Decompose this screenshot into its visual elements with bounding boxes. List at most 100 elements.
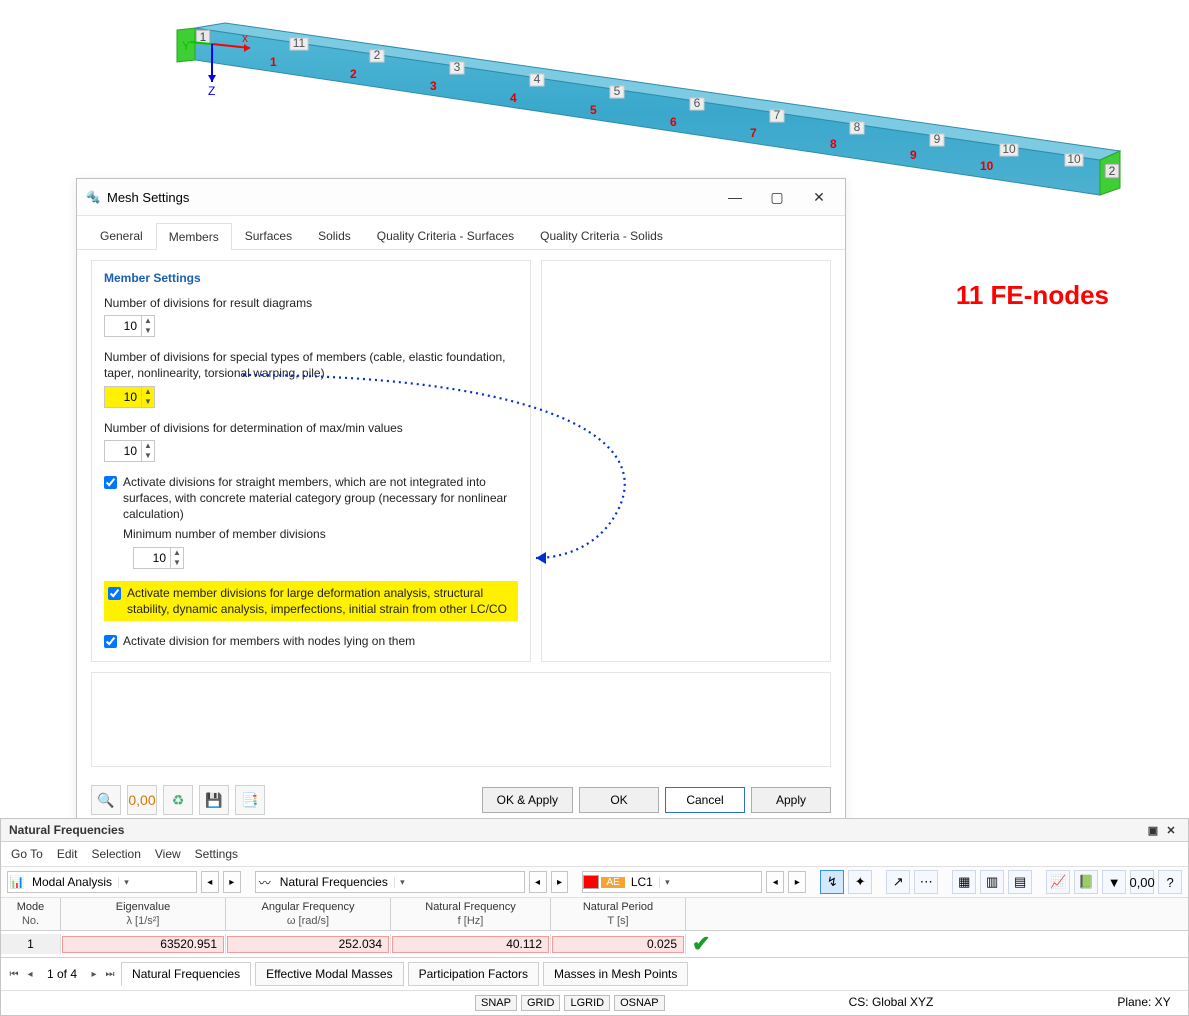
activate-large-deformation-checkbox[interactable]	[108, 587, 121, 600]
tab-general[interactable]: General	[87, 222, 156, 249]
menu-selection[interactable]: Selection	[92, 847, 141, 861]
divisions-maxmin-spinner[interactable]: ▲▼	[104, 440, 155, 462]
spin-down-icon[interactable]: ▼	[142, 397, 154, 407]
help-icon[interactable]: ?	[1158, 870, 1182, 894]
page-nav[interactable]: ⏮◂	[7, 969, 37, 980]
cell-period[interactable]: 0.025	[552, 936, 684, 953]
chevron-down-icon[interactable]: ▾	[659, 877, 675, 888]
settings-button[interactable]: 📑	[235, 785, 265, 815]
panel-title: Natural Frequencies	[9, 823, 124, 837]
spin-down-icon[interactable]: ▼	[171, 558, 183, 568]
minimize-button[interactable]: —	[717, 185, 753, 209]
next-button[interactable]: ▸	[223, 871, 241, 893]
section-title: Member Settings	[104, 271, 518, 285]
svg-text:1: 1	[270, 55, 277, 69]
tab-members[interactable]: Members	[156, 223, 232, 250]
rows-icon[interactable]: ▤	[1008, 870, 1032, 894]
close-button[interactable]: ✕	[801, 185, 837, 209]
tab-qc-surfaces[interactable]: Quality Criteria - Surfaces	[364, 222, 527, 249]
columns-icon[interactable]: ▥	[980, 870, 1004, 894]
tab-masses-in-mesh-points[interactable]: Masses in Mesh Points	[543, 962, 688, 986]
next-button[interactable]: ▸	[788, 871, 806, 893]
cell-angular[interactable]: 252.034	[227, 936, 389, 953]
divisions-result-spinner[interactable]: ▲▼	[104, 315, 155, 337]
units-icon[interactable]: 0,00	[1130, 870, 1154, 894]
app-icon: 🔩	[85, 189, 101, 205]
refresh-button[interactable]: ♻	[163, 785, 193, 815]
table-row[interactable]: 1 63520.951 252.034 40.112 0.025 ✔	[1, 931, 1188, 957]
tab-effective-modal-masses[interactable]: Effective Modal Masses	[255, 962, 404, 986]
svg-text:5: 5	[590, 103, 597, 117]
chevron-down-icon[interactable]: ▾	[394, 877, 410, 888]
dialog-titlebar[interactable]: 🔩 Mesh Settings — ▢ ✕	[77, 179, 845, 216]
filter2-icon[interactable]: ⋯	[914, 870, 938, 894]
help-button[interactable]: 🔍	[91, 785, 121, 815]
grid-button[interactable]: GRID	[521, 995, 561, 1011]
menu-edit[interactable]: Edit	[57, 847, 78, 861]
divisions-special-input[interactable]	[105, 388, 141, 406]
svg-text:10: 10	[1067, 152, 1081, 166]
col-eig-b: λ [1/s²]	[61, 914, 225, 928]
svg-text:7: 7	[774, 108, 781, 122]
menu-view[interactable]: View	[155, 847, 181, 861]
menu-settings[interactable]: Settings	[195, 847, 238, 861]
maximize-button[interactable]: ▢	[759, 185, 795, 209]
chart-icon[interactable]: 📈	[1046, 870, 1070, 894]
table-icon[interactable]: ▦	[952, 870, 976, 894]
min-div-spinner[interactable]: ▲▼	[133, 547, 184, 569]
prev-button[interactable]: ◂	[766, 871, 784, 893]
activate-straight-label: Activate divisions for straight members,…	[123, 474, 518, 523]
prev-button[interactable]: ◂	[201, 871, 219, 893]
import-button[interactable]: 💾	[199, 785, 229, 815]
ok-apply-button[interactable]: OK & Apply	[482, 787, 573, 813]
snap-button[interactable]: SNAP	[475, 995, 517, 1011]
cell-eigenvalue[interactable]: 63520.951	[62, 936, 224, 953]
osnap-button[interactable]: OSNAP	[614, 995, 665, 1011]
filter1-icon[interactable]: ↗	[886, 870, 910, 894]
svg-text:Y: Y	[182, 39, 190, 53]
col-ang-a: Angular Frequency	[226, 900, 390, 914]
prev-button[interactable]: ◂	[529, 871, 547, 893]
next-button[interactable]: ▸	[551, 871, 569, 893]
divisions-result-input[interactable]	[105, 317, 141, 335]
excel-icon[interactable]: 📗	[1074, 870, 1098, 894]
ok-button[interactable]: OK	[579, 787, 659, 813]
svg-text:2: 2	[374, 48, 381, 62]
spin-up-icon[interactable]: ▲	[142, 316, 154, 326]
svg-text:6: 6	[694, 96, 701, 110]
divisions-special-spinner[interactable]: ▲▼	[104, 386, 155, 408]
highlight-tool-icon[interactable]: ✦	[848, 870, 872, 894]
svg-text:8: 8	[830, 137, 837, 151]
tab-solids[interactable]: Solids	[305, 222, 364, 249]
spin-up-icon[interactable]: ▲	[142, 387, 154, 397]
spin-down-icon[interactable]: ▼	[142, 326, 154, 336]
units-button[interactable]: 0,00	[127, 785, 157, 815]
divisions-maxmin-input[interactable]	[105, 442, 141, 460]
svg-text:x: x	[242, 31, 248, 45]
panel-close-icon[interactable]: ✕	[1162, 824, 1180, 837]
activate-straight-checkbox[interactable]	[104, 476, 117, 489]
page-nav[interactable]: ▸⏭	[87, 969, 117, 980]
cell-frequency[interactable]: 40.112	[392, 936, 549, 953]
analysis-combo[interactable]: 📊 Modal Analysis ▾	[7, 871, 197, 893]
cancel-button[interactable]: Cancel	[665, 787, 745, 813]
select-tool-icon[interactable]: ↯	[820, 870, 844, 894]
result-combo[interactable]: 〰 Natural Frequencies ▾	[255, 871, 525, 893]
apply-button[interactable]: Apply	[751, 787, 831, 813]
spin-up-icon[interactable]: ▲	[171, 548, 183, 558]
tab-participation-factors[interactable]: Participation Factors	[408, 962, 539, 986]
lower-blank-pane	[91, 672, 831, 767]
funnel-icon[interactable]: ▼	[1102, 870, 1126, 894]
tab-surfaces[interactable]: Surfaces	[232, 222, 305, 249]
loadcase-combo[interactable]: AE LC1 ▾	[582, 871, 762, 893]
tab-natural-frequencies[interactable]: Natural Frequencies	[121, 962, 251, 986]
panel-undock-icon[interactable]: ▣	[1144, 824, 1162, 837]
chevron-down-icon[interactable]: ▾	[118, 877, 134, 888]
tab-qc-solids[interactable]: Quality Criteria - Solids	[527, 222, 676, 249]
min-div-input[interactable]	[134, 549, 170, 567]
activate-nodes-checkbox[interactable]	[104, 635, 117, 648]
spin-down-icon[interactable]: ▼	[142, 451, 154, 461]
menu-goto[interactable]: Go To	[11, 847, 43, 861]
lgrid-button[interactable]: LGRID	[564, 995, 610, 1011]
spin-up-icon[interactable]: ▲	[142, 441, 154, 451]
